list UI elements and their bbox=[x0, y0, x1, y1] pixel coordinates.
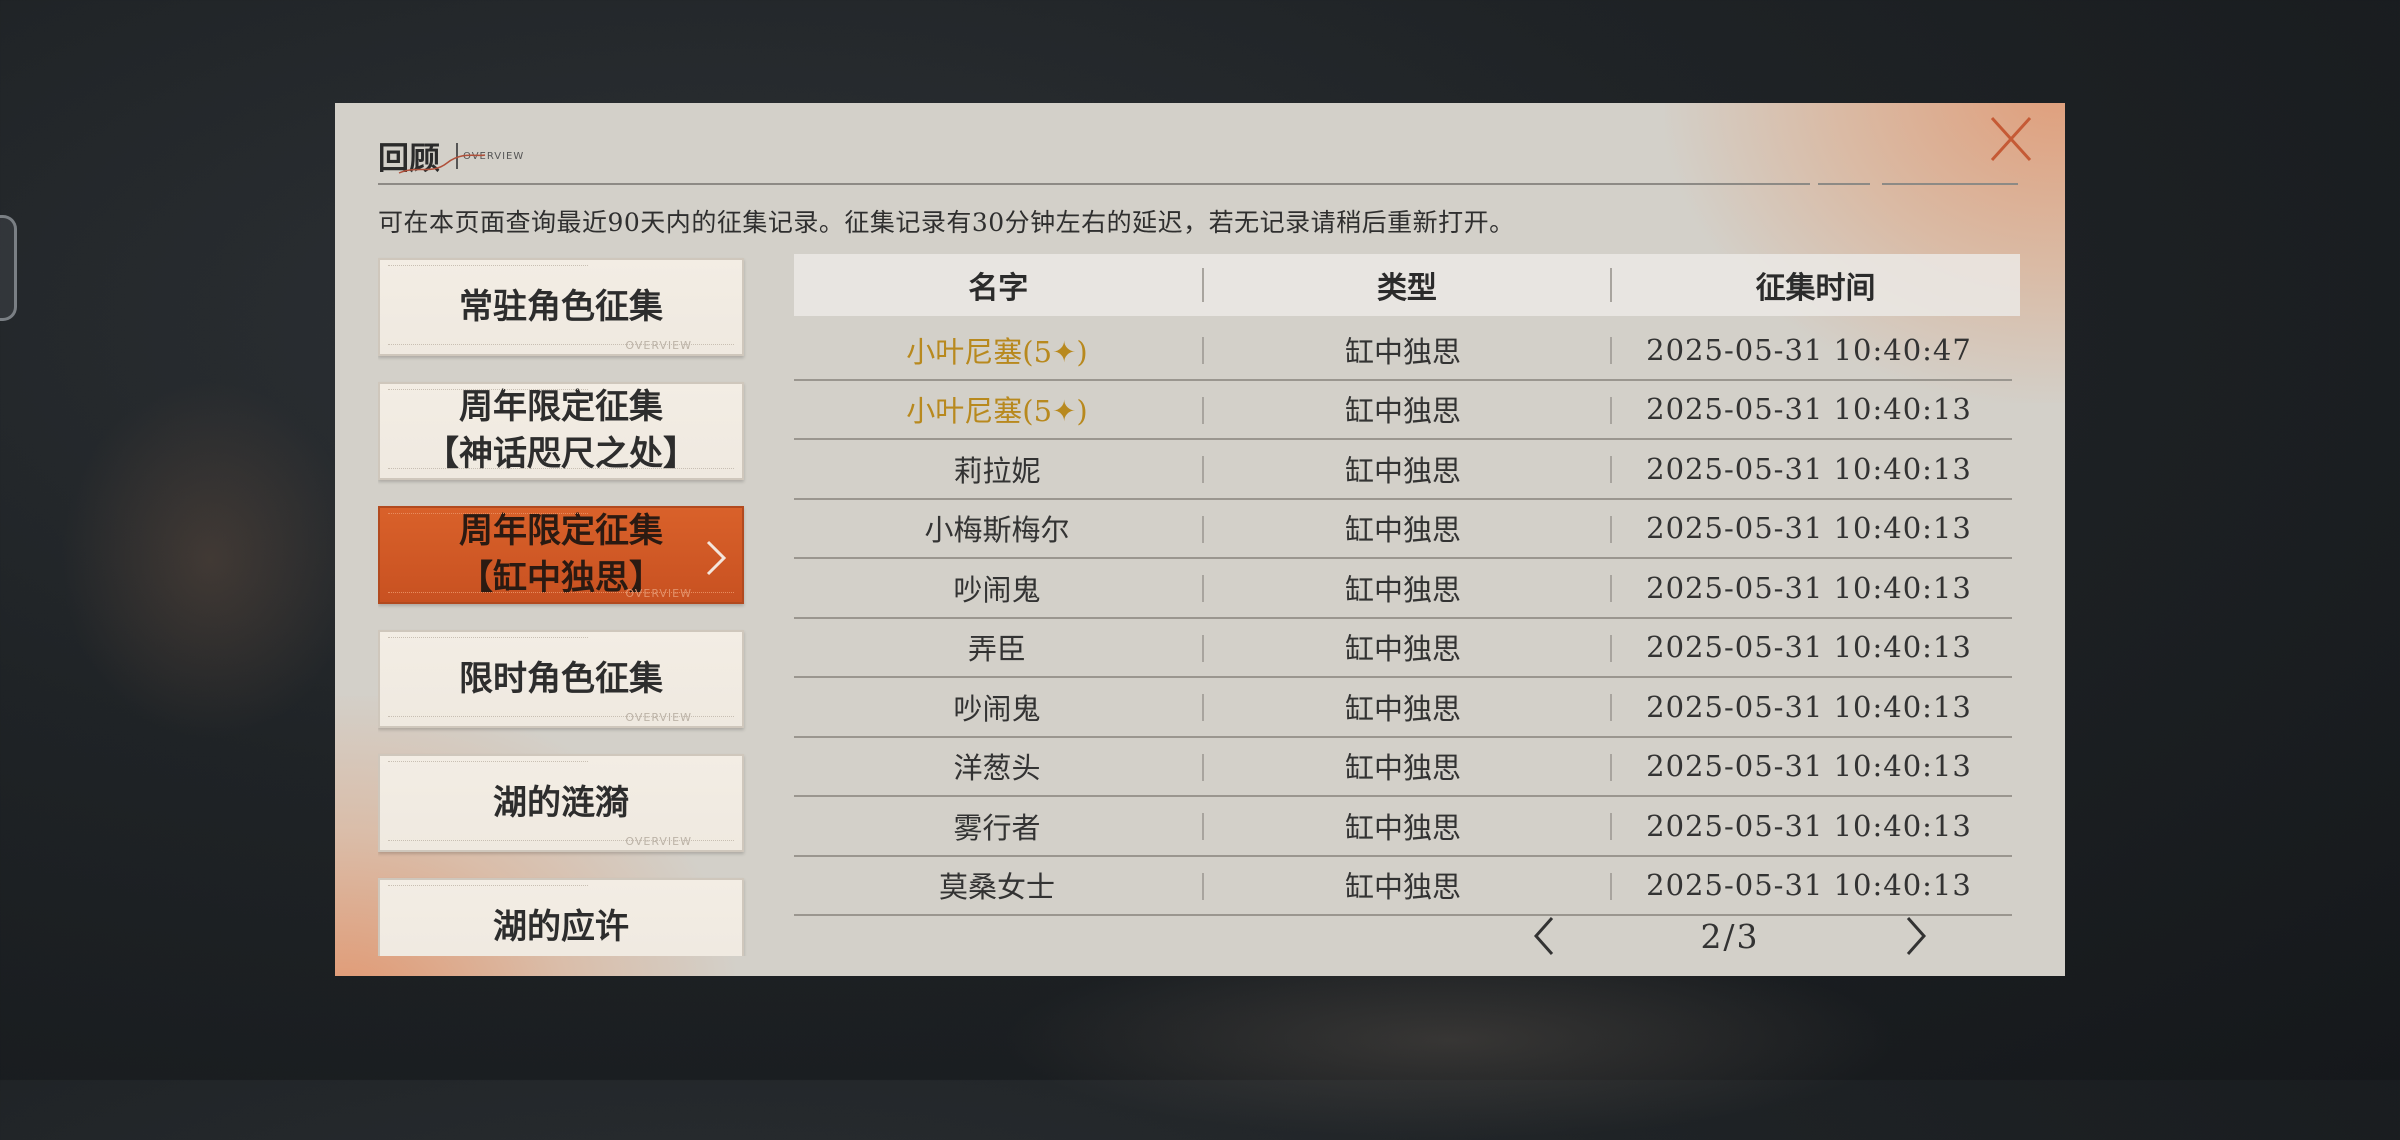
record-name: 小叶尼塞(5✦) bbox=[906, 394, 1088, 429]
category-item[interactable]: 常驻角色征集 OVERVIEW bbox=[378, 258, 744, 356]
table-row: 雾行者 缸中独思 2025-05-31 10:40:13 bbox=[794, 797, 2012, 857]
record-time: 2025-05-31 10:40:13 bbox=[1646, 392, 1972, 427]
column-divider bbox=[1202, 694, 1204, 721]
category-deco-text: OVERVIEW bbox=[625, 835, 692, 848]
column-divider bbox=[1610, 634, 1612, 662]
table-row: 莉拉妮 缸中独思 2025-05-31 10:40:13 bbox=[794, 440, 2012, 500]
header-rule bbox=[1818, 183, 1870, 185]
record-name: 雾行者 bbox=[953, 810, 1041, 845]
category-deco-text: OVERVIEW bbox=[625, 587, 692, 600]
column-divider bbox=[1202, 813, 1204, 840]
header-rule bbox=[1882, 183, 2018, 185]
column-divider bbox=[1202, 872, 1204, 900]
record-table: 名字 类型 征集时间 小叶尼塞(5✦) 缸中独思 2025-05-31 10:40:… bbox=[794, 254, 2020, 916]
table-row: 弄臣 缸中独思 2025-05-31 10:40:13 bbox=[794, 619, 2012, 678]
column-divider bbox=[1610, 753, 1612, 781]
record-name: 小叶尼塞(5✦) bbox=[906, 334, 1088, 369]
record-type: 缸中独思 bbox=[1344, 870, 1461, 905]
record-name: 弄臣 bbox=[967, 632, 1026, 667]
close-button[interactable] bbox=[1980, 108, 2040, 168]
record-name: 小梅斯梅尔 bbox=[924, 513, 1070, 548]
pagination: 2/3 bbox=[1520, 911, 1940, 961]
record-type: 缸中独思 bbox=[1344, 632, 1461, 667]
column-divider bbox=[1202, 456, 1204, 483]
chevron-left-icon bbox=[1533, 917, 1554, 955]
record-time: 2025-05-31 10:40:13 bbox=[1646, 749, 1972, 784]
table-row: 莫桑女士 缸中独思 2025-05-31 10:40:13 bbox=[794, 857, 2012, 916]
category-item[interactable]: 限时角色征集 OVERVIEW bbox=[378, 630, 744, 728]
background-glow bbox=[60, 380, 360, 740]
header-rule bbox=[378, 183, 1810, 185]
title-swoosh-decoration bbox=[398, 154, 486, 174]
record-time: 2025-05-31 10:40:13 bbox=[1646, 451, 1972, 486]
category-item[interactable]: 周年限定征集 【神话咫尺之处】 bbox=[378, 382, 744, 480]
column-divider bbox=[1610, 872, 1612, 900]
record-time: 2025-05-31 10:40:13 bbox=[1646, 570, 1972, 605]
overview-dialog: 回顾 OVERVIEW 可在本页面查询最近90天内的征集记录。征集记录有30分钟… bbox=[335, 103, 2065, 976]
column-divider bbox=[1202, 337, 1204, 364]
close-icon bbox=[1990, 116, 2032, 162]
category-item[interactable]: 湖的涟漪 OVERVIEW bbox=[378, 754, 744, 852]
record-time: 2025-05-31 10:40:13 bbox=[1646, 689, 1972, 724]
page-indicator: 2/3 bbox=[1700, 916, 1760, 956]
column-divider bbox=[1202, 515, 1204, 543]
category-label: 湖的应许 bbox=[493, 906, 629, 947]
chevron-right-icon bbox=[1906, 917, 1926, 955]
record-name: 吵闹鬼 bbox=[953, 572, 1041, 607]
category-label: 常驻角色征集 bbox=[459, 286, 663, 327]
table-body: 小叶尼塞(5✦) 缸中独思 2025-05-31 10:40:47 小叶尼塞(5✦) 缸… bbox=[794, 321, 2012, 916]
column-divider bbox=[1610, 396, 1612, 424]
dialog-description: 可在本页面查询最近90天内的征集记录。征集记录有30分钟左右的延迟，若无记录请稍… bbox=[378, 208, 1515, 237]
category-item-active[interactable]: 周年限定征集 【缸中独思】 OVERVIEW bbox=[378, 506, 744, 604]
table-row: 吵闹鬼 缸中独思 2025-05-31 10:40:13 bbox=[794, 678, 2012, 738]
category-deco-text: OVERVIEW bbox=[625, 339, 692, 352]
column-divider bbox=[1610, 337, 1612, 364]
category-label: 湖的涟漪 bbox=[493, 782, 629, 823]
record-type: 缸中独思 bbox=[1344, 334, 1461, 369]
record-name: 洋葱头 bbox=[953, 751, 1041, 786]
record-name: 吵闹鬼 bbox=[953, 691, 1041, 726]
column-divider bbox=[1610, 515, 1612, 543]
record-type: 缸中独思 bbox=[1344, 691, 1461, 726]
column-divider bbox=[1610, 456, 1612, 483]
category-item[interactable]: 湖的应许 bbox=[378, 878, 744, 956]
record-type: 缸中独思 bbox=[1344, 453, 1461, 488]
table-row: 洋葱头 缸中独思 2025-05-31 10:40:13 bbox=[794, 738, 2012, 797]
record-time: 2025-05-31 10:40:13 bbox=[1646, 808, 1972, 843]
category-deco-text: OVERVIEW bbox=[625, 711, 692, 724]
table-header: 名字 类型 征集时间 bbox=[794, 254, 2020, 316]
record-time: 2025-05-31 10:40:13 bbox=[1646, 630, 1972, 665]
table-row: 吵闹鬼 缸中独思 2025-05-31 10:40:13 bbox=[794, 559, 2012, 619]
record-name: 莫桑女士 bbox=[938, 870, 1055, 905]
column-divider bbox=[1610, 575, 1612, 602]
column-divider bbox=[1610, 813, 1612, 840]
column-divider bbox=[1610, 694, 1612, 721]
prev-page-button[interactable] bbox=[1520, 911, 1570, 961]
column-divider bbox=[1202, 396, 1204, 424]
record-time: 2025-05-31 10:40:47 bbox=[1646, 332, 1972, 367]
column-header-type: 类型 bbox=[1376, 271, 1437, 306]
record-type: 缸中独思 bbox=[1344, 810, 1461, 845]
record-time: 2025-05-31 10:40:13 bbox=[1646, 868, 1972, 903]
record-name: 莉拉妮 bbox=[953, 453, 1041, 488]
side-drawer-handle[interactable] bbox=[0, 215, 17, 321]
column-header-name: 名字 bbox=[968, 271, 1029, 306]
next-page-button[interactable] bbox=[1890, 911, 1940, 961]
column-header-time: 征集时间 bbox=[1755, 271, 1876, 306]
table-row: 小梅斯梅尔 缸中独思 2025-05-31 10:40:13 bbox=[794, 500, 2012, 559]
chevron-right-icon bbox=[706, 540, 727, 576]
record-time: 2025-05-31 10:40:13 bbox=[1646, 511, 1972, 546]
column-divider bbox=[1202, 753, 1204, 781]
table-row: 小叶尼塞(5✦) 缸中独思 2025-05-31 10:40:13 bbox=[794, 381, 2012, 440]
record-type: 缸中独思 bbox=[1344, 572, 1461, 607]
category-label: 限时角色征集 bbox=[459, 658, 663, 699]
record-type: 缸中独思 bbox=[1344, 513, 1461, 548]
category-list: 常驻角色征集 OVERVIEW 周年限定征集 【神话咫尺之处】 周年限定征集 【… bbox=[378, 256, 748, 956]
record-type: 缸中独思 bbox=[1344, 394, 1461, 429]
column-divider bbox=[1202, 575, 1204, 602]
column-divider bbox=[1202, 634, 1204, 662]
category-label: 周年限定征集 【神话咫尺之处】 bbox=[425, 387, 697, 474]
table-row: 小叶尼塞(5✦) 缸中独思 2025-05-31 10:40:47 bbox=[794, 321, 2012, 381]
record-type: 缸中独思 bbox=[1344, 751, 1461, 786]
